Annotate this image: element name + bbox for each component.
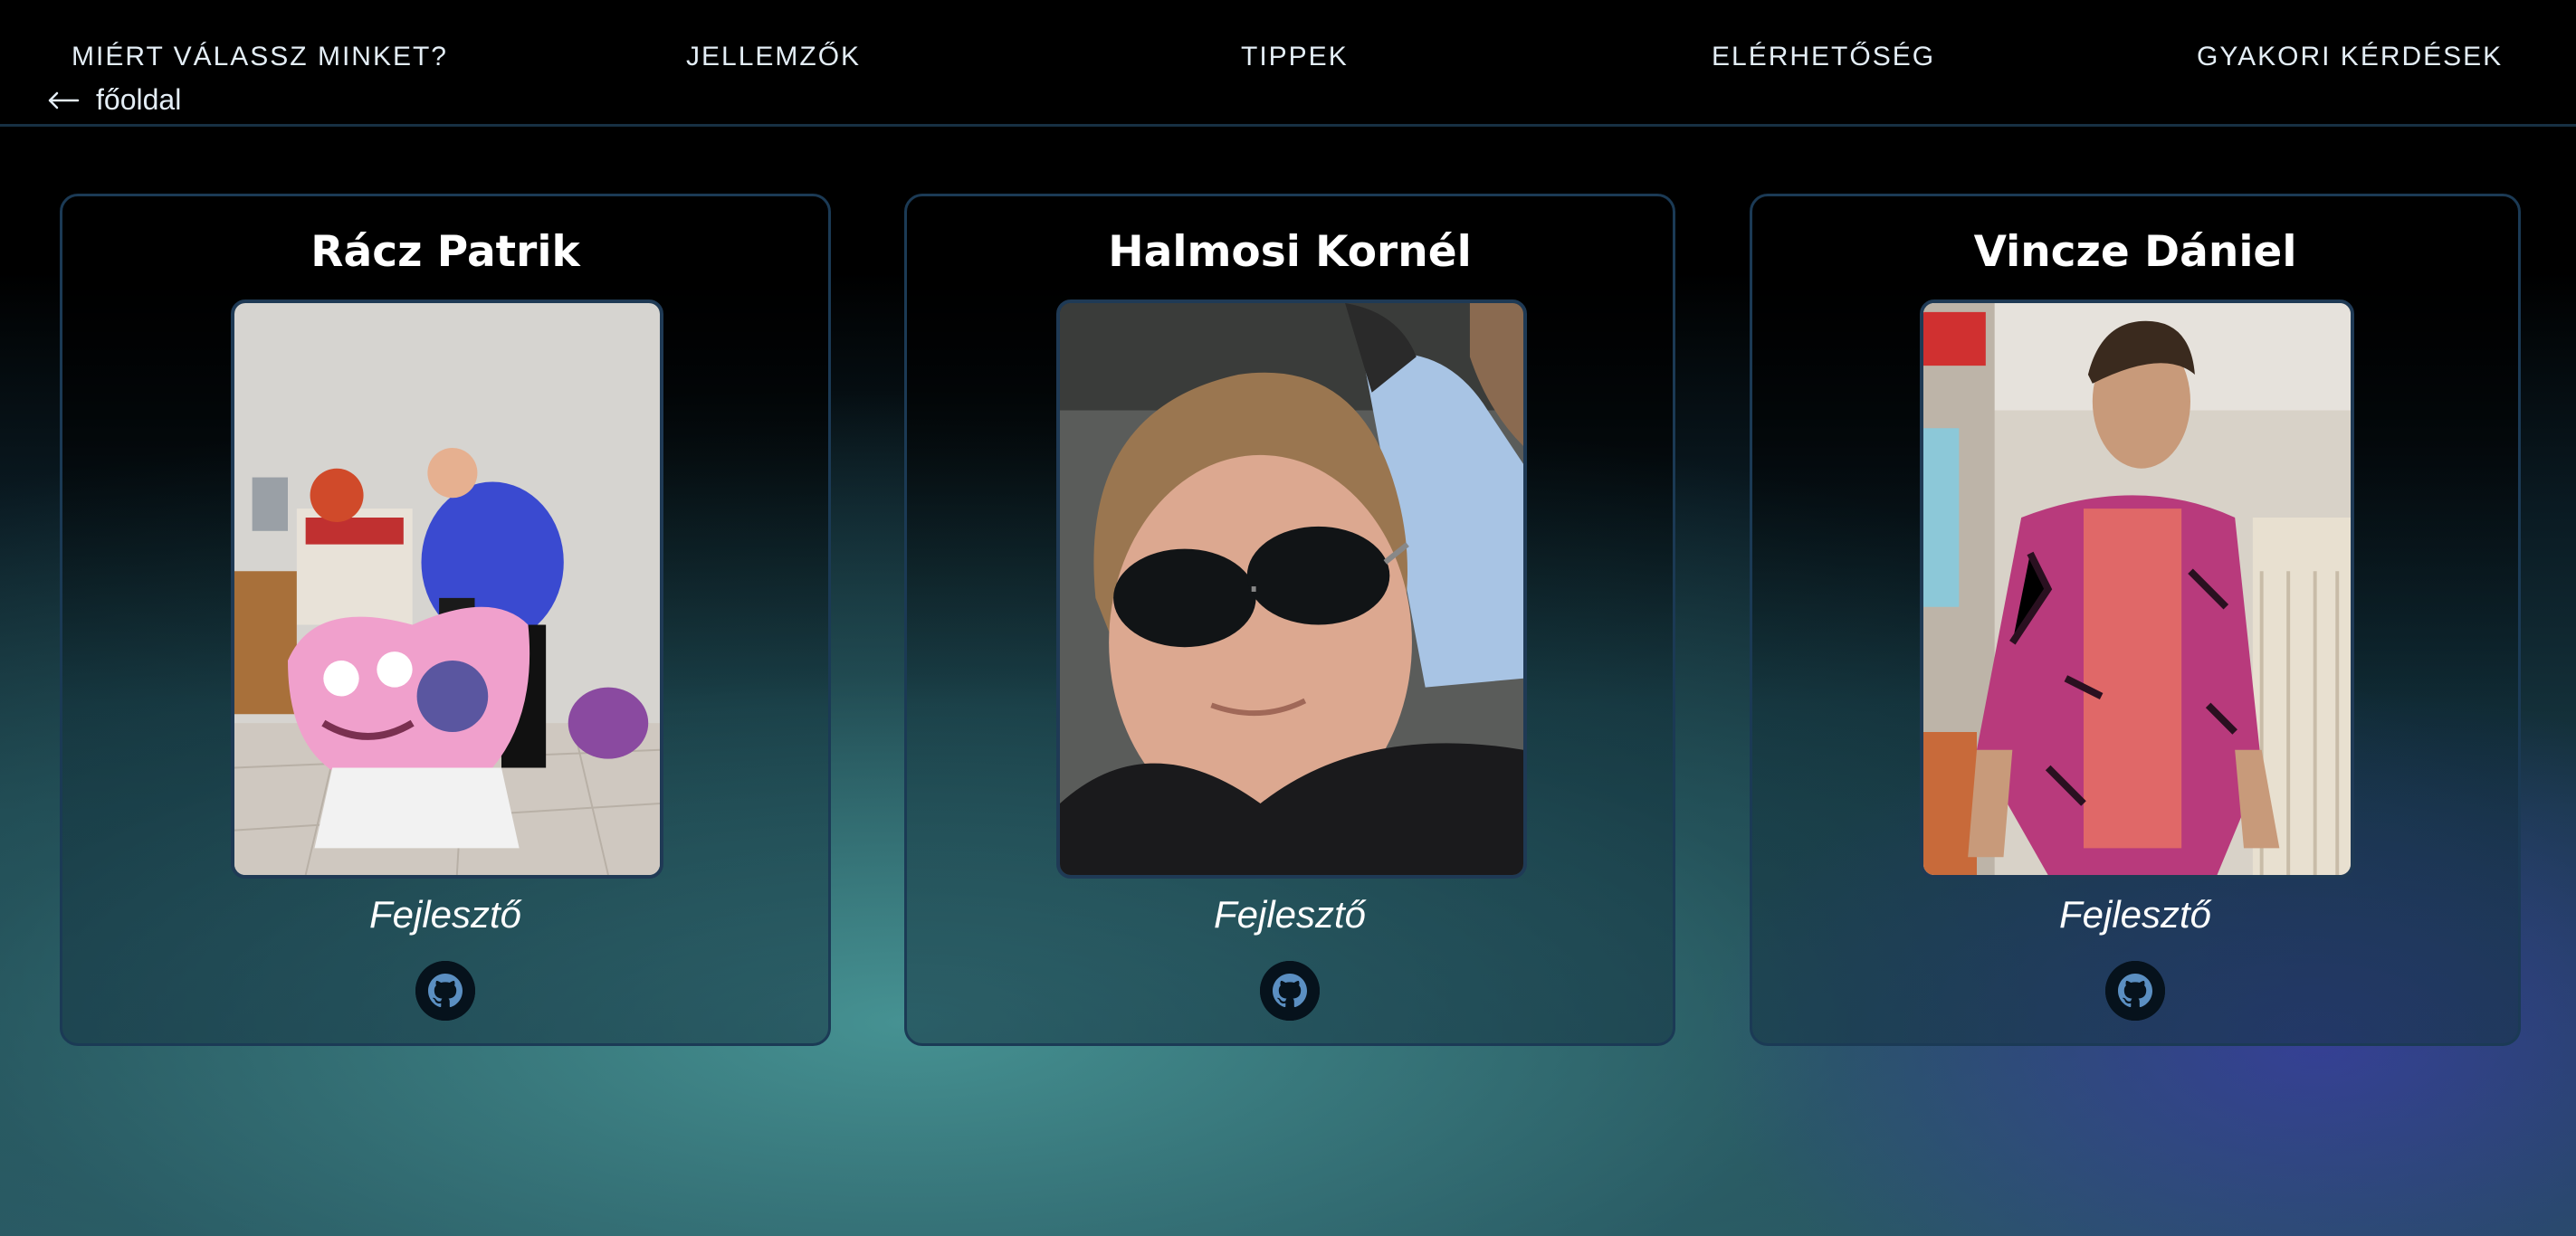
home-link-label: főoldal [96,83,182,116]
member-name: Rácz Patrik [310,227,580,277]
member-role: Fejlesztő [2058,893,2212,936]
member-role: Fejlesztő [1213,893,1367,936]
member-photo [1056,299,1527,879]
github-icon[interactable] [1260,961,1320,1021]
nav-link-tips[interactable]: TIPPEK [1241,42,1349,72]
member-name: Vincze Dániel [1973,227,2297,277]
member-name: Halmosi Kornél [1108,227,1472,277]
github-icon[interactable] [2105,961,2165,1021]
nav-link-contact[interactable]: ELÉRHETŐSÉG [1712,42,1935,72]
team-card-racz-patrik: Rácz Patrik Fejlesztő [60,194,831,1046]
arrow-left-icon [47,83,80,117]
team-card-vincze-daniel: Vincze Dániel Fejlesztő [1750,194,2521,1046]
nav-link-why-us[interactable]: MIÉRT VÁLASSZ MINKET? [72,42,448,72]
nav-link-features[interactable]: JELLEMZŐK [686,42,861,72]
team-card-halmosi-kornel: Halmosi Kornél Fejlesztő [904,194,1675,1046]
nav-link-faq[interactable]: GYAKORI KÉRDÉSEK [2197,42,2503,72]
github-icon[interactable] [415,961,475,1021]
home-link[interactable]: főoldal [47,83,181,117]
member-photo [231,299,663,879]
member-role: Fejlesztő [368,893,522,936]
top-navigation-bar: MIÉRT VÁLASSZ MINKET? JELLEMZŐK TIPPEK E… [0,0,2576,127]
member-photo [1920,299,2354,879]
